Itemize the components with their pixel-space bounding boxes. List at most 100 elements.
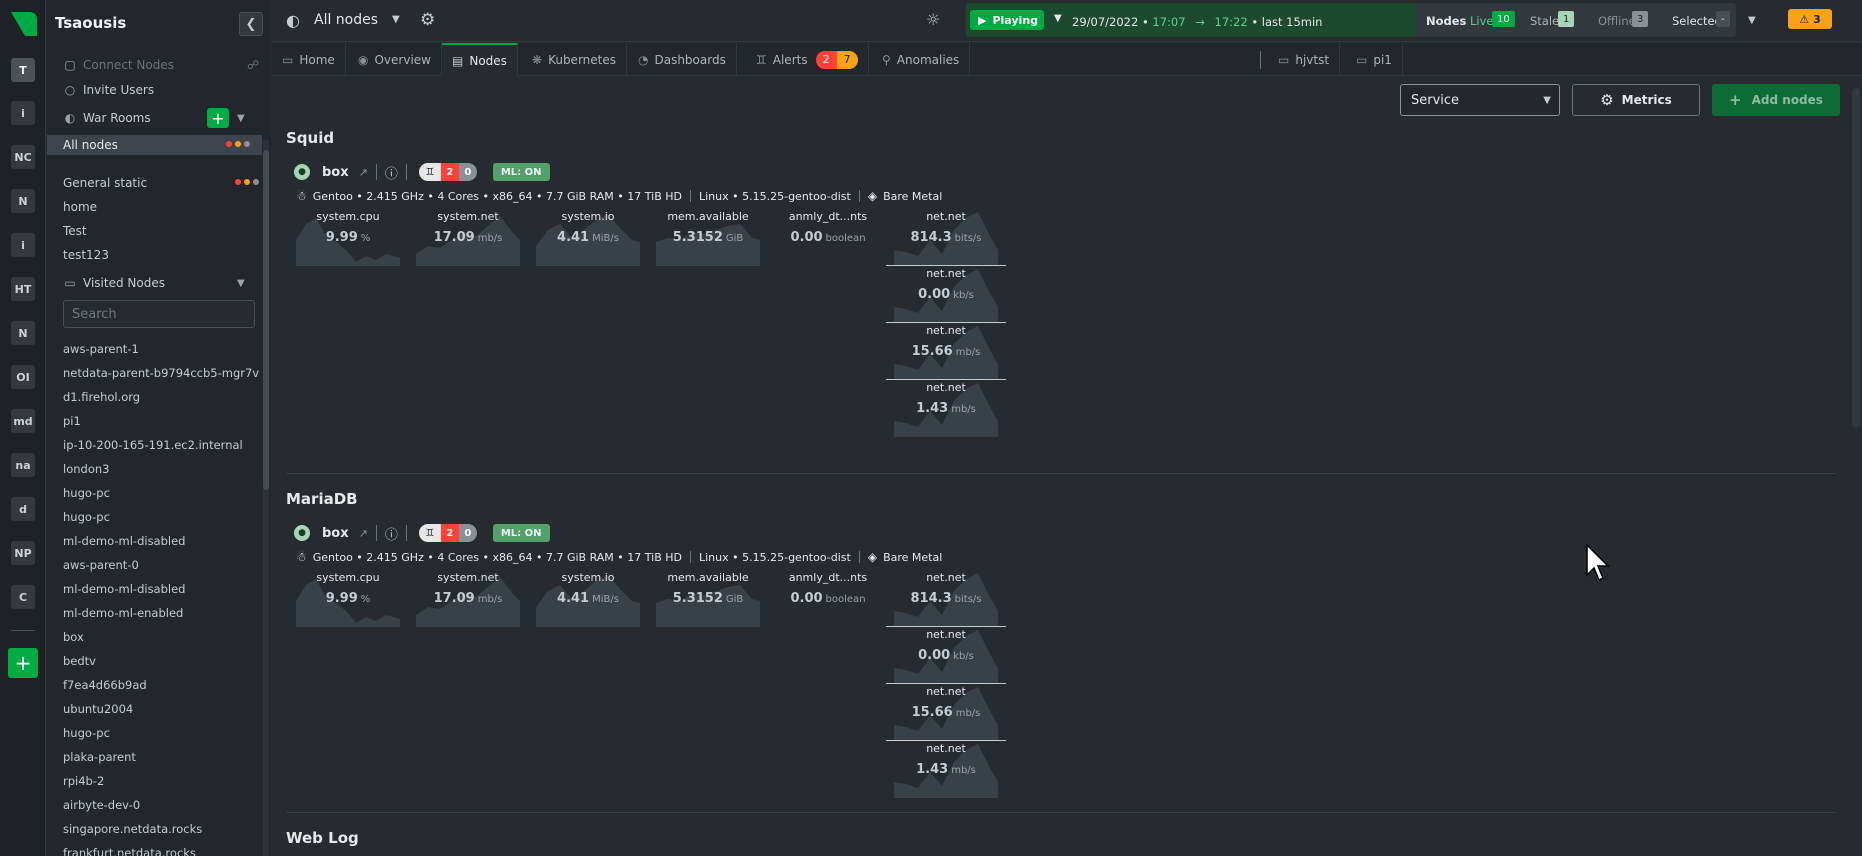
gear-icon[interactable]: ⚙	[420, 10, 435, 30]
visited-node-item[interactable]: singapore.netdata.rocks	[63, 822, 202, 836]
space-n-2[interactable]: N	[11, 321, 35, 345]
node-search-input[interactable]	[63, 300, 255, 328]
chevron-down-icon[interactable]: ▼	[392, 14, 400, 25]
metrics-button[interactable]: ⚙ Metrics	[1572, 84, 1700, 116]
visited-node-item[interactable]: ubuntu2004	[63, 702, 133, 716]
chart-system-cpu[interactable]: system.cpu 9.99%	[296, 571, 400, 627]
space-ht[interactable]: HT	[11, 277, 35, 301]
chart-system-cpu[interactable]: system.cpu 9.99%	[296, 210, 400, 266]
group-by-select[interactable]: Service ▼	[1400, 84, 1560, 116]
connect-nodes-item[interactable]: ▢ Connect Nodes ☍	[47, 55, 271, 75]
visited-node-item[interactable]: rpi4b-2	[63, 774, 104, 788]
space-np[interactable]: NP	[11, 541, 35, 565]
room-test123[interactable]: test123	[47, 245, 271, 265]
alerts-indicator[interactable]: ⚠ 3	[1788, 9, 1832, 29]
chevron-down-icon[interactable]: ▼	[1054, 13, 1062, 24]
space-oi[interactable]: OI	[11, 365, 35, 389]
playing-button[interactable]: ▶ Playing	[970, 10, 1044, 30]
chevron-down-icon[interactable]: ▼	[237, 278, 245, 289]
visited-node-item[interactable]: frankfurt.netdata.rocks	[63, 846, 196, 856]
gear-icon: ⚙	[1600, 91, 1614, 109]
tab-anomalies[interactable]: ⚲ Anomalies	[872, 43, 971, 76]
chart-system-io[interactable]: system.io 4.41 MiB/s	[536, 571, 640, 627]
visited-node-item[interactable]: london3	[63, 462, 109, 476]
chart-system-net[interactable]: system.net 17.09 mb/s	[416, 210, 520, 266]
visited-node-item[interactable]: hugo-pc	[63, 486, 110, 500]
tab-home[interactable]: ▭ Home	[272, 43, 346, 76]
chevron-down-icon[interactable]: ▼	[237, 113, 245, 124]
visited-node-item[interactable]: aws-parent-0	[63, 558, 139, 572]
chart-net-net-2[interactable]: net.net 0.00 kb/s	[894, 628, 998, 684]
space-i[interactable]: i	[11, 101, 35, 125]
tab-kubernetes[interactable]: ❋ Kubernetes	[522, 43, 627, 76]
chart-mem-available[interactable]: mem.available 5.3152 GiB	[656, 571, 760, 627]
visited-node-item[interactable]: box	[63, 630, 84, 644]
room-all-nodes[interactable]: All nodes	[47, 135, 262, 155]
external-link-icon[interactable]: ↗	[359, 166, 368, 179]
external-link-icon[interactable]: ↗	[359, 527, 368, 540]
node-name[interactable]: box	[322, 526, 349, 541]
room-home[interactable]: home	[47, 197, 271, 217]
room-test[interactable]: Test	[47, 221, 271, 241]
visited-node-item[interactable]: hugo-pc	[63, 726, 110, 740]
space-n[interactable]: N	[11, 189, 35, 213]
netdata-logo-icon[interactable]	[7, 8, 39, 40]
chart-net-net-2[interactable]: net.net 0.00 kb/s	[894, 267, 998, 323]
chart-net-net-4[interactable]: net.net 1.43 mb/s	[894, 742, 998, 798]
tab-nodes[interactable]: ▤ Nodes	[442, 43, 518, 76]
room-selector[interactable]: All nodes	[314, 12, 378, 28]
chart-net-net-3[interactable]: net.net 15.66 mb/s	[894, 324, 998, 380]
add-nodes-button[interactable]: + Add nodes	[1712, 84, 1840, 116]
chart-net-net-1[interactable]: net.net 814.3 bits/s	[894, 571, 998, 627]
node-alarms-pill[interactable]: ♊ 2 0	[418, 163, 477, 181]
collapse-sidebar-button[interactable]: ❮	[239, 12, 263, 36]
info-icon[interactable]: ⓘ	[385, 163, 398, 182]
node-name[interactable]: box	[322, 165, 349, 180]
space-i-2[interactable]: i	[11, 233, 35, 257]
tab-overview[interactable]: ◉ Overview	[348, 43, 442, 76]
lightbulb-icon[interactable]: ☼	[926, 10, 940, 29]
space-md[interactable]: md	[11, 409, 35, 433]
visited-node-item[interactable]: plaka-parent	[63, 750, 136, 764]
date-range-picker[interactable]: 29/07/2022 • 17:07 → 17:22 • last 15min	[1072, 15, 1322, 29]
tab-alerts[interactable]: ♊ Alerts 2 7	[746, 43, 869, 76]
visited-node-item[interactable]: bedtv	[63, 654, 96, 668]
nodes-status-bar[interactable]: Nodes Live 10 Stale 1 Offline 3 Selected…	[1416, 3, 1756, 37]
tab-hjvtst[interactable]: ▭ hjvtst	[1268, 43, 1341, 76]
visited-node-item[interactable]: airbyte-dev-0	[63, 798, 140, 812]
room-general-static[interactable]: General static	[47, 173, 271, 193]
chart-net-net-3[interactable]: net.net 15.66 mb/s	[894, 685, 998, 741]
visited-node-item[interactable]: aws-parent-1	[63, 342, 139, 356]
visited-node-item[interactable]: hugo-pc	[63, 510, 110, 524]
visited-node-item[interactable]: ml-demo-ml-disabled	[63, 582, 185, 596]
content-scrollbar[interactable]	[1852, 88, 1860, 428]
visited-node-item[interactable]: f7ea4d66b9ad	[63, 678, 147, 692]
invite-users-item[interactable]: ○ Invite Users	[47, 80, 271, 100]
space-nc[interactable]: NC	[11, 145, 35, 169]
node-alarms-pill[interactable]: ♊ 2 0	[418, 524, 477, 542]
info-icon[interactable]: ⓘ	[385, 524, 398, 543]
chart-net-net-1[interactable]: net.net 814.3 bits/s	[894, 210, 998, 266]
visited-node-item[interactable]: netdata-parent-b9794ccb5-mgr7v	[63, 366, 259, 380]
tab-dashboards[interactable]: ◔ Dashboards	[628, 43, 737, 76]
chart-anomaly-detection[interactable]: anmly_dt...nts 0.00 boolean	[776, 210, 880, 266]
tab-label: Dashboards	[654, 52, 726, 67]
space-d[interactable]: d	[11, 497, 35, 521]
chart-system-io[interactable]: system.io 4.41 MiB/s	[536, 210, 640, 266]
chart-mem-available[interactable]: mem.available 5.3152 GiB	[656, 210, 760, 266]
chart-anomaly-detection[interactable]: anmly_dt...nts 0.00 boolean	[776, 571, 880, 627]
chart-system-net[interactable]: system.net 17.09 mb/s	[416, 571, 520, 627]
space-t[interactable]: T	[11, 58, 35, 82]
visited-node-item[interactable]: ml-demo-ml-enabled	[63, 606, 183, 620]
visited-node-item[interactable]: ml-demo-ml-disabled	[63, 534, 185, 548]
space-na[interactable]: na	[11, 453, 35, 477]
visited-node-item[interactable]: d1.firehol.org	[63, 390, 140, 404]
space-c[interactable]: C	[11, 585, 35, 609]
visited-node-item[interactable]: ip-10-200-165-191.ec2.internal	[63, 438, 243, 452]
tab-pi1[interactable]: ▭ pi1	[1346, 43, 1403, 76]
add-space-button[interactable]: +	[8, 648, 38, 678]
sidebar-scrollbar[interactable]	[263, 140, 269, 856]
visited-node-item[interactable]: pi1	[63, 414, 81, 428]
chart-net-net-4[interactable]: net.net 1.43 mb/s	[894, 381, 998, 437]
add-war-room-button[interactable]: +	[207, 108, 229, 128]
